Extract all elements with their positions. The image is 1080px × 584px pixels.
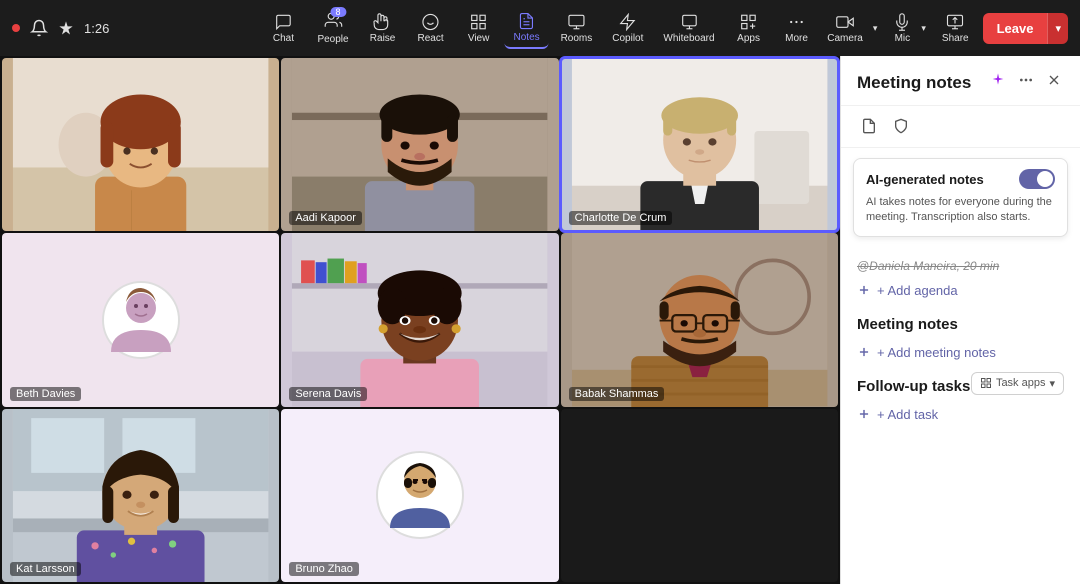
toolbar-chat[interactable]: Chat [261, 9, 305, 48]
video-cell-1 [2, 58, 279, 231]
ai-notes-row: AI-generated notes [866, 169, 1055, 189]
leave-group: Leave ▾ [983, 13, 1068, 44]
tab-notes-icon[interactable] [857, 114, 881, 143]
ai-notes-toggle[interactable] [1019, 169, 1055, 189]
leave-button[interactable]: Leave [983, 13, 1048, 44]
top-bar-right: Camera ▾ Mic ▾ Share Leave ▾ [821, 9, 1068, 48]
ai-notes-label: AI-generated notes [866, 172, 984, 187]
record-dot [12, 24, 20, 32]
share-label: Share [942, 33, 969, 44]
toolbar-people[interactable]: 8 People [309, 7, 356, 49]
participant-label-charlotte: Charlotte De Crum [569, 211, 673, 225]
mic-group: Mic ▾ [887, 9, 928, 48]
mic-label: Mic [895, 33, 911, 44]
add-agenda-label: + Add agenda [877, 283, 958, 298]
participant-label-aadi: Aadi Kapoor [289, 211, 362, 225]
mic-chevron-icon[interactable]: ▾ [919, 23, 928, 34]
sparkle-panel-icon[interactable] [988, 70, 1008, 95]
participant-label-babak: Babak Shammas [569, 387, 665, 401]
video-cell-6: Babak Shammas [561, 233, 838, 406]
panel-tabs [841, 106, 1080, 148]
video-cell-9 [561, 409, 838, 582]
ai-notes-description: AI takes notes for everyone during the m… [866, 195, 1055, 226]
video-cell-2: Aadi Kapoor [281, 58, 558, 231]
toolbar-apps[interactable]: Apps [727, 9, 771, 48]
panel-actions [988, 70, 1064, 95]
video-cell-4: Beth Davies [2, 233, 279, 406]
task-apps-button[interactable]: Task apps ▾ [971, 372, 1064, 395]
followup-heading: Follow-up tasks [857, 378, 970, 395]
add-meeting-notes-button[interactable]: + Add meeting notes [857, 339, 1064, 366]
main-content: Aadi Kapoor [0, 56, 1080, 584]
toolbar-raise[interactable]: Raise [361, 9, 405, 48]
sparkle-icon [58, 20, 74, 36]
agenda-placeholder-text: @Daniela Maneira, 20 min [857, 255, 1064, 277]
toolbar-copilot[interactable]: Copilot [604, 9, 651, 48]
panel-content: @Daniela Maneira, 20 min + Add agenda Me… [841, 247, 1080, 584]
camera-button[interactable]: Camera [821, 9, 869, 48]
call-timer: 1:26 [84, 21, 109, 36]
notification-icon [30, 19, 48, 37]
top-bar: 1:26 Chat 8 People Raise React Vie [0, 0, 1080, 56]
side-panel-header: Meeting notes [841, 56, 1080, 106]
camera-chevron-icon[interactable]: ▾ [871, 23, 880, 34]
ai-notes-banner: AI-generated notes AI takes notes for ev… [853, 158, 1068, 237]
camera-label: Camera [827, 33, 863, 44]
toolbar-whiteboard[interactable]: Whiteboard [655, 9, 722, 48]
participant-label-kat: Kat Larsson [10, 562, 81, 576]
video-cell-8: Bruno Zhao [281, 409, 558, 582]
video-cell-7: Kat Larsson [2, 409, 279, 582]
add-notes-label: + Add meeting notes [877, 345, 996, 360]
add-task-label: + Add task [877, 407, 938, 422]
participant-label-bruno: Bruno Zhao [289, 562, 358, 576]
toolbar-view[interactable]: View [457, 9, 501, 48]
side-panel: Meeting notes [840, 56, 1080, 584]
video-grid: Aadi Kapoor [0, 56, 840, 584]
close-panel-button[interactable] [1044, 70, 1064, 95]
leave-chevron-button[interactable]: ▾ [1047, 13, 1068, 44]
tab-shield-icon[interactable] [889, 114, 913, 143]
camera-group: Camera ▾ [821, 9, 879, 48]
video-cell-5: Serena Davis [281, 233, 558, 406]
share-button[interactable]: Share [936, 9, 975, 48]
panel-title: Meeting notes [857, 73, 971, 93]
participant-label-serena: Serena Davis [289, 387, 367, 401]
top-bar-left: 1:26 [12, 19, 109, 37]
mic-button[interactable]: Mic [887, 9, 917, 48]
meeting-notes-heading: Meeting notes [857, 316, 1064, 333]
task-apps-label: Task apps [996, 377, 1046, 389]
followup-row: Follow-up tasks Task apps ▾ [857, 366, 1064, 401]
toolbar-rooms[interactable]: Rooms [553, 9, 601, 48]
task-apps-chevron-icon: ▾ [1049, 377, 1055, 390]
more-options-icon[interactable] [1016, 70, 1036, 95]
video-cell-3: Charlotte De Crum [561, 58, 838, 231]
toolbar-react[interactable]: React [409, 9, 453, 48]
toolbar-notes[interactable]: Notes [505, 8, 549, 49]
add-task-button[interactable]: + Add task [857, 401, 1064, 428]
people-badge: 8 [330, 7, 346, 17]
add-agenda-button[interactable]: + Add agenda [857, 277, 1064, 304]
toolbar-more[interactable]: More [775, 9, 819, 48]
toolbar: Chat 8 People Raise React View Notes [261, 7, 818, 49]
participant-label-beth: Beth Davies [10, 387, 81, 401]
